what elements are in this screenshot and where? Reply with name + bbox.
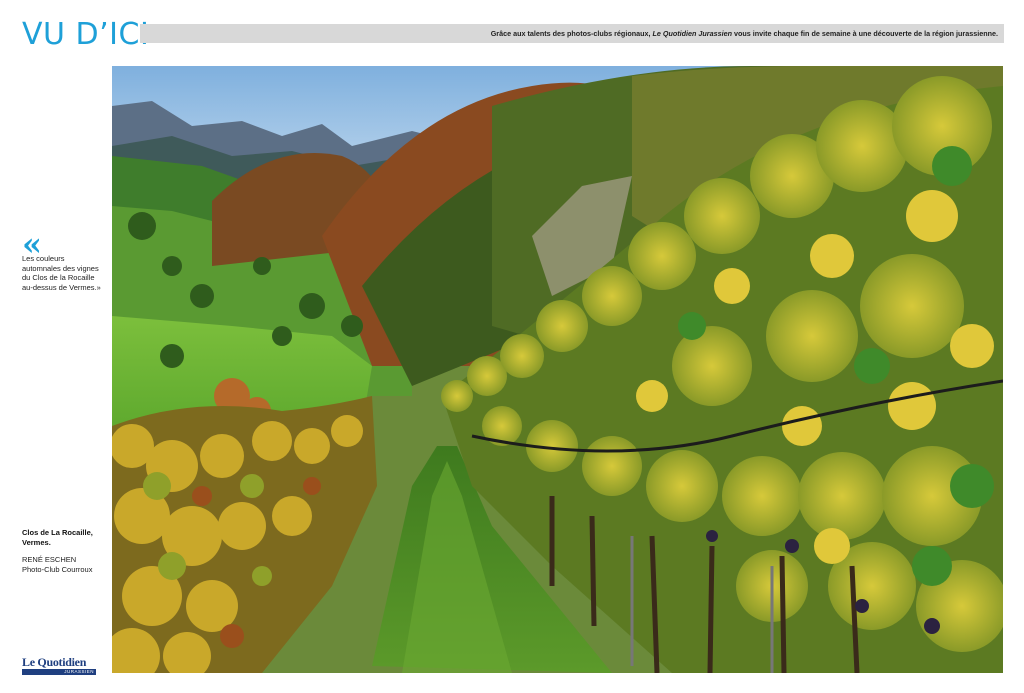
section-title: VU D’ICI xyxy=(22,17,150,52)
photo-caption-title: Clos de La Rocaille, Vermes. xyxy=(22,528,93,547)
photo-club-name: Photo-Club Courroux xyxy=(22,564,93,574)
publication-logo: Le Quotidien JURASSIEN xyxy=(22,656,96,676)
vineyard-illustration xyxy=(112,66,1003,673)
vineyard-photo xyxy=(112,66,1003,673)
header-tagline: Grâce aux talents des photos-clubs régio… xyxy=(491,29,998,38)
photo-credit: RENÉ ESCHEN Photo-Club Courroux xyxy=(22,555,107,574)
logo-name: Le Quotidien xyxy=(22,655,87,669)
logo-subtitle: JURASSIEN xyxy=(22,669,96,675)
photographer-name: RENÉ ESCHEN xyxy=(22,555,77,564)
tagline-end: vous invite chaque fin de semaine à une … xyxy=(731,29,998,38)
header-bar: Grâce aux talents des photos-clubs régio… xyxy=(140,24,1004,43)
tagline-start: Grâce aux talents des photos-clubs régio… xyxy=(490,29,653,38)
pull-quote: Les couleurs automnales des vignes du Cl… xyxy=(22,254,101,292)
tagline-publication: Le Quotidien Jurassien xyxy=(652,29,732,38)
